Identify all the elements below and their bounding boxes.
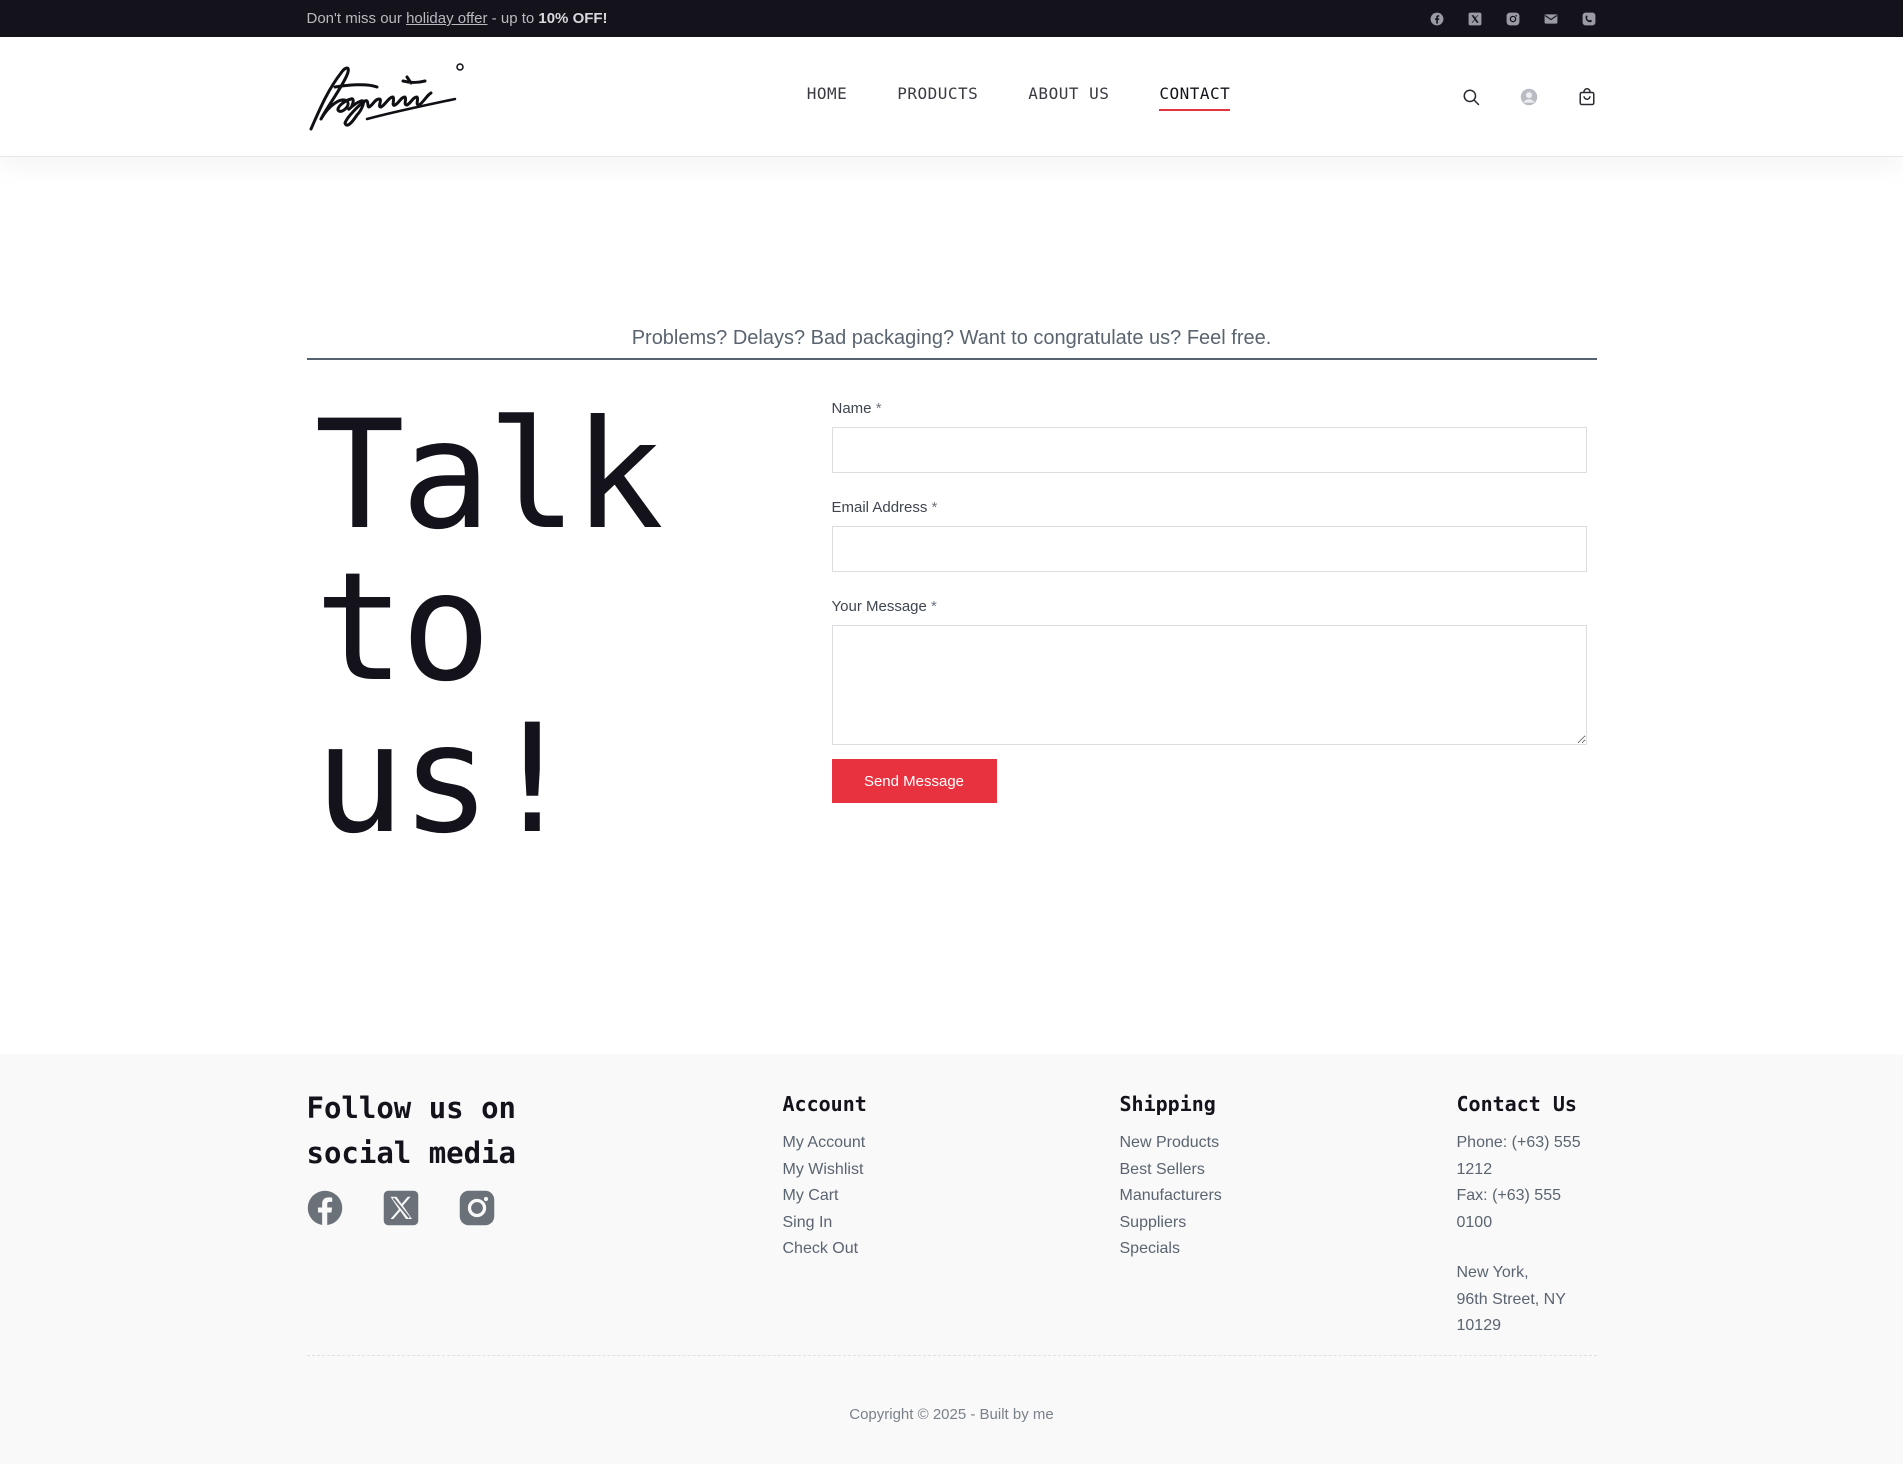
- contact-form: Name * Email Address * Your Message * Se…: [831, 400, 1597, 856]
- link-best-sellers[interactable]: Best Sellers: [1120, 1157, 1457, 1184]
- message-label-text: Your Message: [831, 598, 927, 615]
- name-label-text: Name: [831, 400, 872, 417]
- contact-tagline: Problems? Delays? Bad packaging? Want to…: [306, 327, 1597, 360]
- promo-prefix: Don't miss our: [306, 10, 407, 27]
- link-specials[interactable]: Specials: [1120, 1236, 1457, 1263]
- message-label: Your Message *: [832, 598, 1597, 615]
- social-heading-line-2: social media: [306, 1136, 517, 1170]
- contact-phone: Phone: (+63) 555 1212: [1456, 1134, 1581, 1178]
- nav-contact[interactable]: CONTACT: [1159, 84, 1231, 111]
- contact-details: Phone: (+63) 555 1212 Fax: (+63) 555 010…: [1457, 1130, 1597, 1340]
- name-label: Name *: [832, 400, 1597, 417]
- required-mark: *: [931, 499, 938, 516]
- instagram-icon[interactable]: [459, 1190, 495, 1226]
- nav-about-us[interactable]: ABOUT US: [1028, 84, 1109, 109]
- required-mark: *: [875, 400, 882, 417]
- link-sign-in[interactable]: Sing In: [783, 1210, 1120, 1237]
- contact-heading: Contact Us: [1456, 1092, 1577, 1116]
- link-manufacturers[interactable]: Manufacturers: [1120, 1183, 1457, 1210]
- phone-icon[interactable]: [1581, 11, 1597, 27]
- message-field-group: Your Message *: [831, 598, 1597, 745]
- email-input[interactable]: [831, 526, 1587, 572]
- social-heading-line-1: Follow us on: [306, 1091, 517, 1125]
- heading-line-1: Talk: [314, 389, 664, 563]
- top-announcement-bar: Don't miss our holiday offer - up to 10%…: [0, 0, 1903, 37]
- footer-social-column: Follow us on social media: [307, 1086, 783, 1355]
- message-textarea[interactable]: [831, 625, 1587, 745]
- header-actions: [1461, 87, 1597, 107]
- required-mark: *: [931, 598, 937, 615]
- promo-discount: 10% OFF!: [538, 10, 608, 27]
- contact-content: Talk to us! Name * Email Address * Your …: [307, 400, 1597, 856]
- account-heading: Account: [782, 1092, 867, 1116]
- site-header: HOME PRODUCTS ABOUT US CONTACT: [0, 37, 1903, 157]
- footer-contact-column: Contact Us Phone: (+63) 555 1212 Fax: (+…: [1457, 1086, 1597, 1355]
- search-icon[interactable]: [1461, 87, 1481, 107]
- footer-shipping-column: Shipping New Products Best Sellers Manuf…: [1120, 1086, 1457, 1355]
- facebook-icon[interactable]: [307, 1190, 343, 1226]
- shipping-heading: Shipping: [1119, 1092, 1216, 1116]
- signature-logo-mark: [309, 62, 464, 130]
- facebook-icon[interactable]: [1429, 11, 1445, 27]
- x-icon[interactable]: [383, 1190, 419, 1226]
- heading-line-2: to: [314, 541, 492, 715]
- name-field-group: Name *: [831, 400, 1597, 473]
- copyright-text: Copyright © 2025 - Built by me: [307, 1356, 1597, 1464]
- email-label: Email Address *: [832, 499, 1597, 516]
- site-logo[interactable]: [307, 57, 467, 137]
- footer-columns: Follow us on social media Account My Acc…: [306, 1086, 1597, 1356]
- nav-products[interactable]: PRODUCTS: [897, 84, 978, 109]
- contact-address-line-2: 96th Street, NY 10129: [1456, 1290, 1566, 1335]
- link-my-account[interactable]: My Account: [783, 1130, 1120, 1157]
- nav-home[interactable]: HOME: [807, 84, 848, 109]
- mail-icon[interactable]: [1543, 11, 1559, 27]
- x-icon[interactable]: [1467, 11, 1483, 27]
- holiday-offer-link[interactable]: holiday offer: [406, 10, 487, 27]
- site-footer: Follow us on social media Account My Acc…: [0, 1054, 1903, 1464]
- email-field-group: Email Address *: [831, 499, 1597, 572]
- instagram-icon[interactable]: [1505, 11, 1521, 27]
- link-new-products[interactable]: New Products: [1120, 1130, 1457, 1157]
- footer-social-links: [307, 1190, 783, 1226]
- contact-main: Problems? Delays? Bad packaging? Want to…: [306, 157, 1597, 1054]
- contact-fax: Fax: (+63) 555 0100: [1456, 1187, 1562, 1231]
- topbar-social-links: [1429, 11, 1597, 27]
- email-label-text: Email Address: [831, 499, 928, 516]
- link-my-cart[interactable]: My Cart: [783, 1183, 1120, 1210]
- contact-address-line-1: New York,: [1456, 1264, 1529, 1281]
- link-my-wishlist[interactable]: My Wishlist: [783, 1157, 1120, 1184]
- cart-icon[interactable]: [1577, 87, 1597, 107]
- name-input[interactable]: [831, 427, 1587, 473]
- link-check-out[interactable]: Check Out: [783, 1236, 1120, 1263]
- heading-line-3: us!: [314, 693, 578, 867]
- promo-text: Don't miss our holiday offer - up to 10%…: [307, 10, 608, 27]
- link-suppliers[interactable]: Suppliers: [1120, 1210, 1457, 1237]
- account-links: My Account My Wishlist My Cart Sing In C…: [783, 1130, 1120, 1263]
- send-message-button[interactable]: Send Message: [831, 759, 997, 803]
- user-icon[interactable]: [1519, 87, 1539, 107]
- promo-mid: - up to: [487, 10, 539, 27]
- social-heading: Follow us on social media: [307, 1086, 783, 1176]
- shipping-links: New Products Best Sellers Manufacturers …: [1120, 1130, 1457, 1263]
- talk-to-us-heading: Talk to us!: [307, 400, 832, 856]
- main-navigation: HOME PRODUCTS ABOUT US CONTACT: [807, 84, 1231, 111]
- footer-account-column: Account My Account My Wishlist My Cart S…: [783, 1086, 1120, 1355]
